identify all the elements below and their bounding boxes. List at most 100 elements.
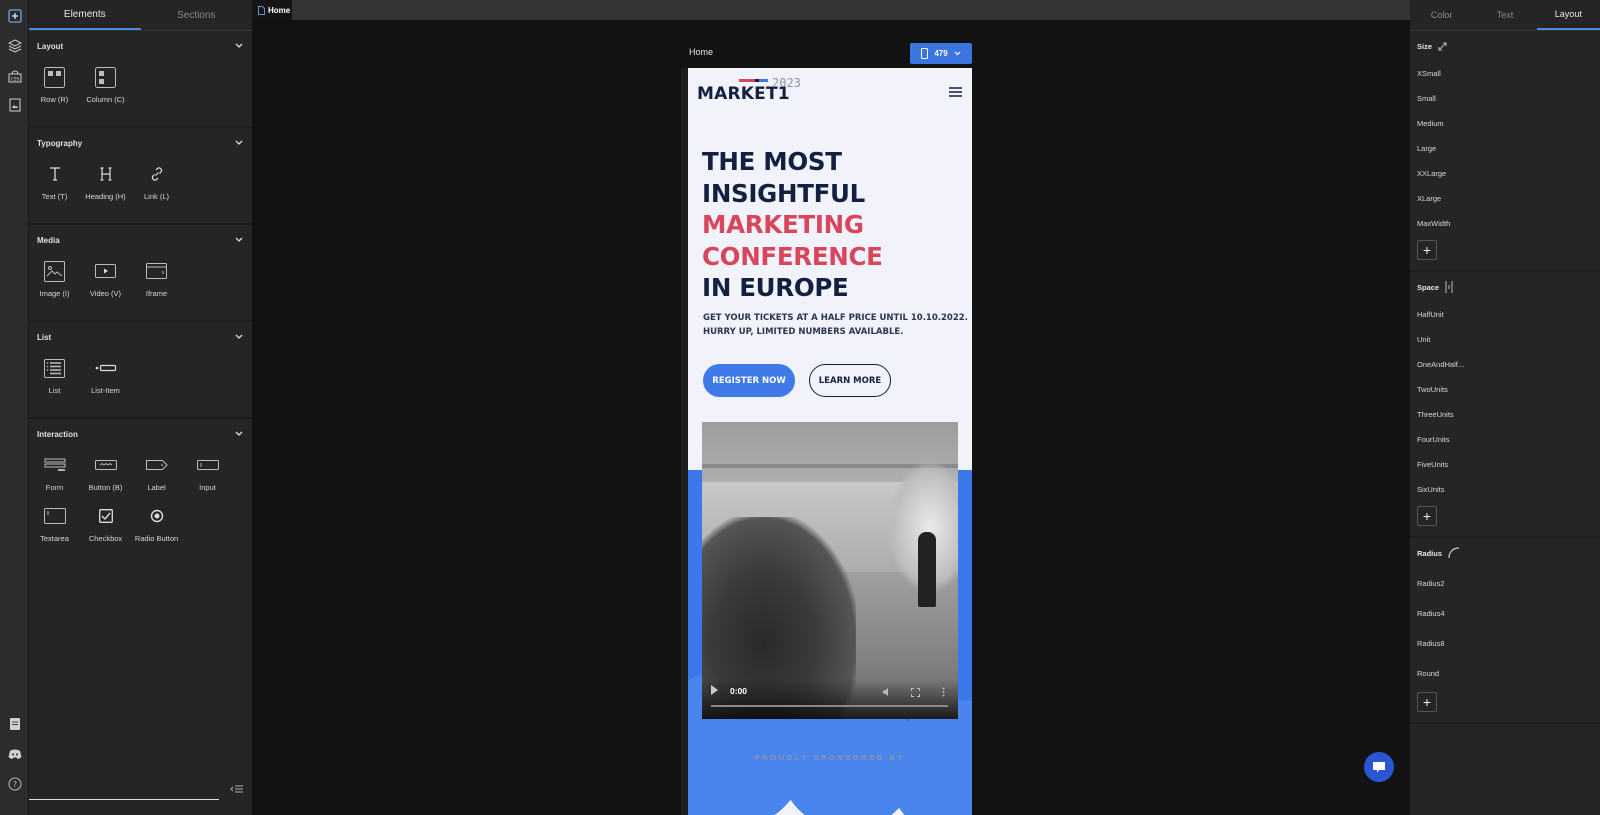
element-row[interactable]: Row (R)	[29, 65, 80, 116]
element-list-item[interactable]: List-Item	[80, 356, 131, 407]
button-icon	[91, 453, 121, 477]
size-option[interactable]: XSmall	[1410, 61, 1600, 86]
logo-stripe	[739, 79, 769, 83]
play-icon[interactable]	[711, 685, 718, 695]
chevron-down-icon[interactable]	[234, 429, 244, 439]
subtext-line: HURRY UP, LIMITED NUMBERS AVAILABLE.	[703, 327, 904, 337]
element-image[interactable]: Image (I)	[29, 259, 80, 310]
section-title: List	[37, 332, 52, 342]
tab-elements[interactable]: Elements	[29, 0, 141, 30]
css-icon[interactable]: CSS	[6, 67, 23, 84]
layers-icon[interactable]	[6, 37, 23, 54]
space-option[interactable]: Unit	[1410, 327, 1600, 352]
radius-option[interactable]: Radius8	[1410, 628, 1600, 658]
image-icon	[40, 259, 70, 283]
size-option[interactable]: MaxWidth	[1410, 211, 1600, 236]
size-option[interactable]: Large	[1410, 136, 1600, 161]
tab-layout[interactable]: Layout	[1536, 0, 1600, 30]
chevron-down-icon[interactable]	[234, 332, 244, 342]
element-radio-button[interactable]: Radio Button	[131, 504, 182, 555]
site-logo[interactable]: MARKET1 2023	[697, 76, 817, 107]
element-label: Row (R)	[40, 95, 69, 104]
element-text[interactable]: Text (T)	[29, 162, 80, 213]
element-textarea[interactable]: Textarea	[29, 504, 80, 555]
space-option[interactable]: HalfUnit	[1410, 302, 1600, 327]
device-width-dropdown[interactable]: 479	[910, 43, 972, 64]
element-input[interactable]: Input	[182, 453, 233, 504]
section-media: Media Image (I) Video (V) Iframe	[29, 225, 252, 322]
headline-line: INSIGHTFUL	[702, 178, 865, 208]
add-space-button[interactable]: +	[1417, 506, 1437, 526]
element-list[interactable]: List	[29, 356, 80, 407]
tab-text[interactable]: Text	[1473, 0, 1536, 30]
help-icon[interactable]: ?	[6, 775, 23, 792]
assets-icon[interactable]	[6, 96, 23, 113]
radius-option[interactable]: Round	[1410, 658, 1600, 688]
sponsors-heading: PROUDLY SPONSORED BY	[754, 753, 906, 762]
frame-resize-handle[interactable]	[681, 68, 688, 815]
chevron-down-icon[interactable]	[234, 235, 244, 245]
element-checkbox[interactable]: Checkbox	[80, 504, 131, 555]
learn-more-button[interactable]: LEARN MORE	[809, 364, 891, 397]
register-now-button[interactable]: REGISTER NOW	[703, 364, 795, 397]
chevron-down-icon[interactable]	[234, 138, 244, 148]
collapse-panel-icon[interactable]	[230, 781, 244, 793]
size-option[interactable]: XXLarge	[1410, 161, 1600, 186]
space-option[interactable]: FourUnits	[1410, 427, 1600, 452]
element-label: Column (C)	[86, 95, 125, 104]
size-option[interactable]: Medium	[1410, 111, 1600, 136]
chat-icon	[1373, 762, 1385, 773]
hero-video[interactable]: 0:00	[702, 422, 958, 719]
tab-label: Home	[268, 5, 291, 15]
fullscreen-icon[interactable]	[910, 687, 920, 697]
discord-icon[interactable]	[6, 745, 23, 762]
input-icon	[193, 453, 223, 477]
add-element-icon[interactable]	[6, 7, 23, 24]
hamburger-menu-icon[interactable]	[949, 84, 962, 97]
radius-header: Radius	[1410, 538, 1600, 568]
element-form[interactable]: Form	[29, 453, 80, 504]
radius-option[interactable]: Radius4	[1410, 598, 1600, 628]
left-panel-tabs: Elements Sections	[29, 0, 252, 31]
tab-color[interactable]: Color	[1410, 0, 1473, 30]
space-option[interactable]: OneAndHalf...	[1410, 352, 1600, 377]
section-header-list[interactable]: List	[29, 322, 252, 352]
subtext-line: GET YOUR TICKETS AT A HALF PRICE UNTIL 1…	[703, 313, 968, 323]
size-option[interactable]: XLarge	[1410, 186, 1600, 211]
section-header-interaction[interactable]: Interaction	[29, 419, 252, 449]
size-option[interactable]: Small	[1410, 86, 1600, 111]
element-heading[interactable]: Heading (H)	[80, 162, 131, 213]
section-header-media[interactable]: Media	[29, 225, 252, 255]
list-icon	[40, 356, 70, 380]
space-option[interactable]: SixUnits	[1410, 477, 1600, 502]
element-button[interactable]: Button (B)	[80, 453, 131, 504]
element-video[interactable]: Video (V)	[80, 259, 131, 310]
radius-option[interactable]: Radius2	[1410, 568, 1600, 598]
element-column[interactable]: Column (C)	[80, 65, 131, 116]
section-title: Radius	[1417, 548, 1443, 558]
page-tabs-bar: Home	[252, 0, 1410, 20]
space-option[interactable]: ThreeUnits	[1410, 402, 1600, 427]
more-options-icon[interactable]	[938, 687, 948, 697]
tab-sections[interactable]: Sections	[141, 0, 253, 30]
element-label[interactable]: Label	[131, 453, 182, 504]
icon-rail: CSS ?	[0, 0, 29, 815]
video-progress-bar[interactable]	[711, 705, 948, 707]
tab-home[interactable]: Home	[252, 0, 292, 20]
headline-line: THE MOST	[702, 147, 842, 176]
docs-icon[interactable]	[6, 715, 23, 732]
radius-icon	[1448, 547, 1460, 559]
add-size-button[interactable]: +	[1417, 240, 1437, 260]
space-option[interactable]: TwoUnits	[1410, 377, 1600, 402]
section-header-layout[interactable]: Layout	[29, 31, 252, 61]
volume-icon[interactable]	[882, 687, 892, 697]
elements-panel: Elements Sections Layout Row (R) Column …	[29, 0, 252, 815]
chat-support-button[interactable]	[1364, 752, 1394, 782]
scrollbar[interactable]	[29, 799, 219, 800]
space-option[interactable]: FiveUnits	[1410, 452, 1600, 477]
element-iframe[interactable]: Iframe	[131, 259, 182, 310]
add-radius-button[interactable]: +	[1417, 692, 1437, 712]
chevron-down-icon[interactable]	[234, 41, 244, 51]
section-header-typography[interactable]: Typography	[29, 128, 252, 158]
element-link[interactable]: Link (L)	[131, 162, 182, 213]
